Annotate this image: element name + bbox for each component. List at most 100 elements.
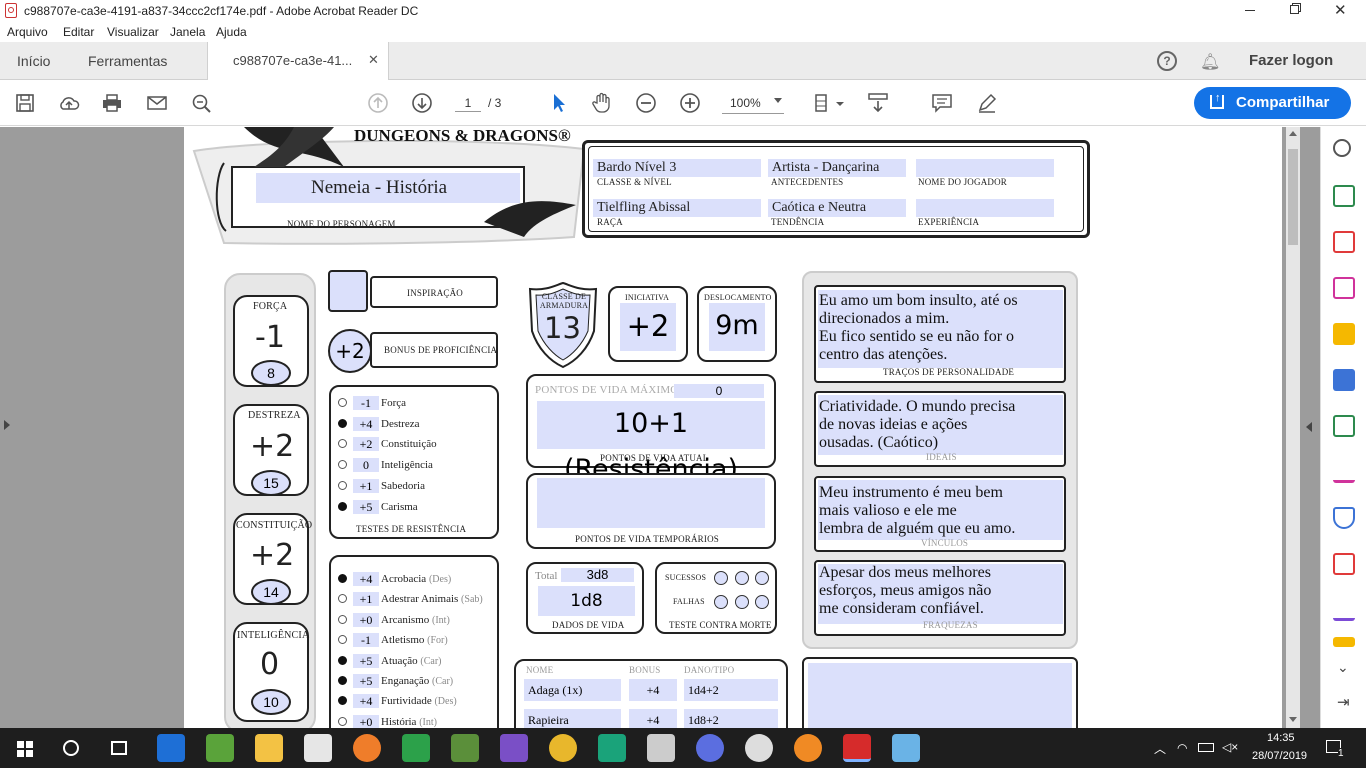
skill-proficiency-dot[interactable] <box>338 614 347 624</box>
vertical-scrollbar[interactable] <box>1286 127 1300 728</box>
pdf-tool-icon[interactable] <box>1333 553 1355 575</box>
hp-temp-field[interactable] <box>537 478 765 528</box>
zoom-tool-icon[interactable] <box>1333 139 1351 157</box>
death-save-circle[interactable] <box>735 595 749 609</box>
unity-icon[interactable] <box>647 734 675 762</box>
attack-2-bonus[interactable]: +4 <box>629 709 677 728</box>
ability-destreza-score[interactable]: 15 <box>251 470 291 496</box>
left-panel-toggle-icon[interactable] <box>4 420 10 430</box>
task-view-icon[interactable] <box>111 741 127 755</box>
edge-icon[interactable] <box>157 734 185 762</box>
bell-icon[interactable]: 🔔︎ <box>1200 52 1220 72</box>
death-save-circle[interactable] <box>714 595 728 609</box>
minecraft-icon[interactable] <box>451 734 479 762</box>
login-link[interactable]: Fazer logon <box>1249 52 1333 69</box>
firefox-icon[interactable] <box>353 734 381 762</box>
skill-value[interactable]: +0 <box>353 612 379 627</box>
skill-value[interactable]: +5 <box>353 653 379 668</box>
collapse-down-icon[interactable]: ⌄ <box>1337 659 1349 676</box>
tab-tools[interactable]: Ferramentas <box>88 53 167 69</box>
save-value[interactable]: +1 <box>353 478 379 493</box>
protect-icon[interactable] <box>1333 507 1355 529</box>
skill-value[interactable]: +4 <box>353 694 379 709</box>
scroll-mode-icon[interactable] <box>866 92 890 114</box>
file-explorer-icon[interactable] <box>255 734 283 762</box>
skill-value[interactable]: +5 <box>353 674 379 688</box>
visual-studio-icon[interactable] <box>500 734 528 762</box>
skill-value[interactable]: +1 <box>353 592 379 607</box>
save-proficiency-dot[interactable] <box>338 398 347 407</box>
evernote-icon[interactable] <box>402 734 430 762</box>
document-viewport[interactable]: DUNGEONS & DRAGONS® Nemeia - História NO… <box>0 127 1320 728</box>
zoom-out-icon[interactable] <box>634 92 658 114</box>
fit-page-icon[interactable] <box>812 92 846 114</box>
volume-icon[interactable]: ◁× <box>1222 740 1238 754</box>
notepad-icon[interactable] <box>892 734 920 762</box>
attack-1-name[interactable]: Adaga (1x) <box>524 679 621 701</box>
sign-icon[interactable] <box>1333 599 1355 621</box>
compare-icon[interactable] <box>1333 415 1355 437</box>
save-value[interactable]: 0 <box>353 458 379 473</box>
skill-value[interactable]: +0 <box>353 714 379 728</box>
proficiency-field[interactable]: +2 <box>328 329 372 373</box>
skill-proficiency-dot[interactable] <box>338 676 347 685</box>
hp-current-field[interactable]: 10+1 (Resistência) <box>537 401 765 485</box>
pycharm-icon[interactable] <box>598 734 626 762</box>
chrome-icon[interactable] <box>549 734 577 762</box>
search-zoom-icon[interactable] <box>190 92 214 114</box>
save-icon[interactable] <box>13 92 37 114</box>
menu-editar[interactable]: Editar <box>63 25 94 39</box>
fill-sign-icon[interactable] <box>1333 461 1355 483</box>
help-icon[interactable]: ? <box>1157 51 1177 71</box>
skill-proficiency-dot[interactable] <box>338 716 347 726</box>
save-proficiency-dot[interactable] <box>338 480 347 490</box>
speed-field[interactable]: 9m <box>709 303 765 351</box>
cortana-search-icon[interactable] <box>63 740 79 756</box>
save-proficiency-dot[interactable] <box>338 418 347 428</box>
export-pdf-icon[interactable] <box>1333 185 1355 207</box>
armor-class-value[interactable]: 13 <box>544 311 581 345</box>
highlight-pen-icon[interactable] <box>975 92 999 114</box>
upload-cloud-icon[interactable] <box>57 92 81 114</box>
inspiration-field[interactable] <box>328 270 368 312</box>
select-cursor-icon[interactable] <box>547 92 571 114</box>
restore-icon[interactable] <box>1290 5 1299 14</box>
menu-ajuda[interactable]: Ajuda <box>216 25 247 39</box>
death-save-circle[interactable] <box>755 595 769 609</box>
page-number-input[interactable]: 1 <box>455 94 481 112</box>
menu-arquivo[interactable]: Arquivo <box>7 25 48 39</box>
attack-2-name[interactable]: Rapieira <box>524 709 621 728</box>
hit-dice-total-field[interactable]: 3d8 <box>561 568 634 582</box>
attack-1-bonus[interactable]: +4 <box>629 679 677 701</box>
clock-time[interactable]: 14:35 <box>1267 732 1295 744</box>
prev-page-icon[interactable] <box>366 92 390 114</box>
ability-forca-score[interactable]: 8 <box>251 360 291 386</box>
experience-field[interactable] <box>916 199 1054 217</box>
share-button[interactable]: ↑ Compartilhar <box>1194 87 1351 119</box>
menu-visualizar[interactable]: Visualizar <box>107 25 159 39</box>
comment-tool-icon[interactable] <box>1333 323 1355 345</box>
hand-tool-icon[interactable] <box>590 92 614 114</box>
save-value[interactable]: +2 <box>353 437 379 452</box>
death-save-circle[interactable] <box>714 571 728 585</box>
print-icon[interactable] <box>100 92 124 114</box>
acrobat-taskbar-icon[interactable] <box>843 734 871 762</box>
skill-value[interactable]: +4 <box>353 572 379 586</box>
attack-1-damage[interactable]: 1d4+2 <box>684 679 778 701</box>
save-value[interactable]: +5 <box>353 499 379 514</box>
skill-value[interactable]: -1 <box>353 633 379 648</box>
discord-icon[interactable] <box>696 734 724 762</box>
comment-icon[interactable] <box>930 92 954 114</box>
store-icon[interactable] <box>304 734 332 762</box>
tray-chevron-up-icon[interactable]: ︿ <box>1154 740 1166 757</box>
scroll-down-icon[interactable] <box>1289 717 1297 722</box>
scroll-thumb[interactable] <box>1288 149 1298 245</box>
skill-proficiency-dot[interactable] <box>338 655 347 665</box>
menu-janela[interactable]: Janela <box>170 25 205 39</box>
right-panel-toggle-icon[interactable] <box>1306 422 1312 432</box>
hp-max-field[interactable]: 0 <box>674 384 764 398</box>
tab-home[interactable]: Início <box>17 53 50 69</box>
ability-constituicao-score[interactable]: 14 <box>251 579 291 605</box>
death-save-circle[interactable] <box>755 571 769 585</box>
clock-date[interactable]: 28/07/2019 <box>1252 750 1307 762</box>
